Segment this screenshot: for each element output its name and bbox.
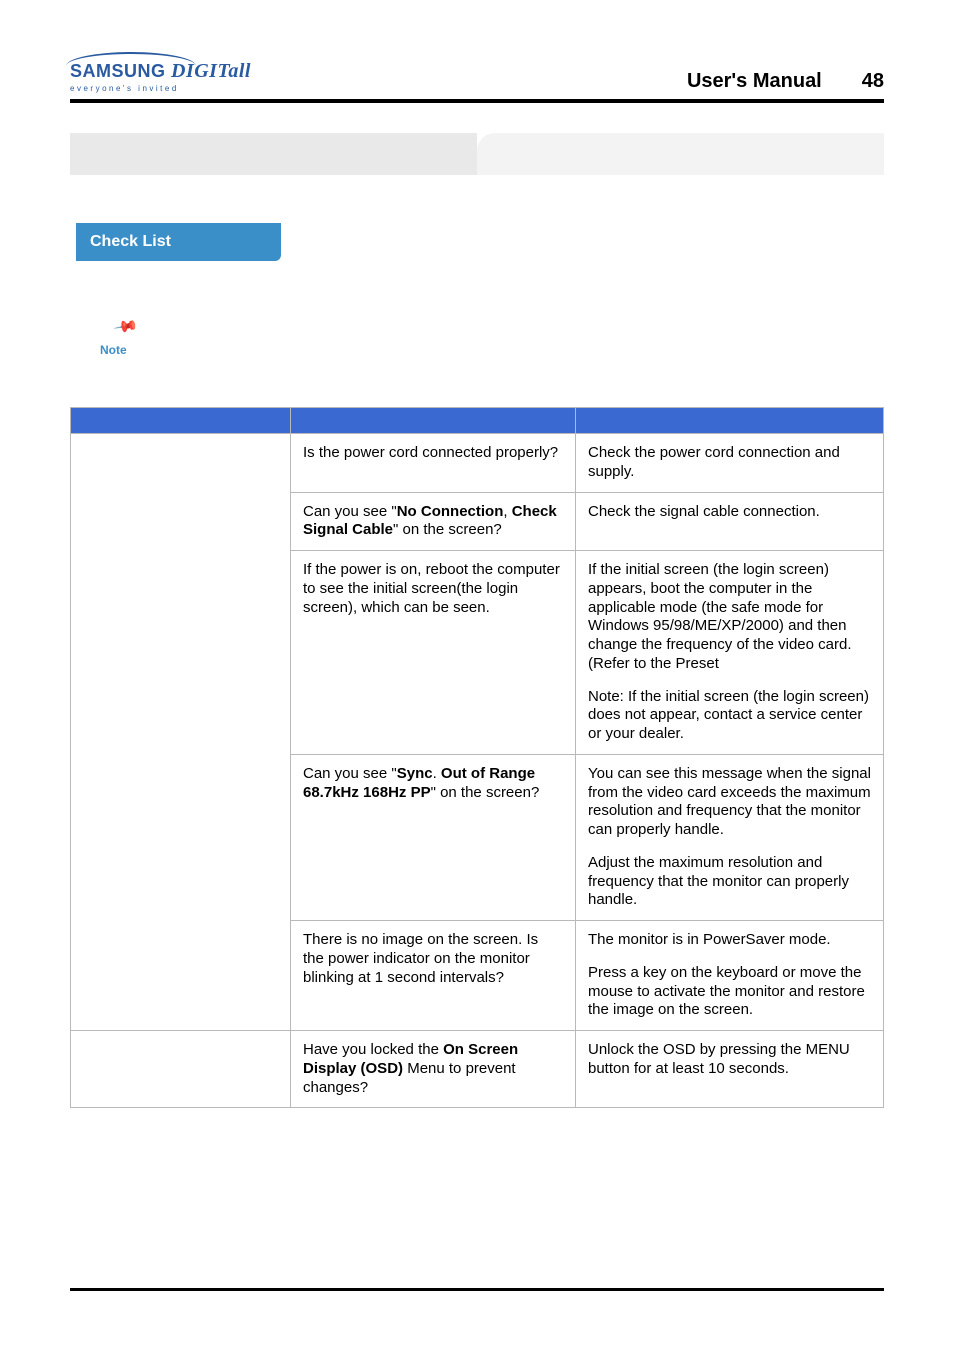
footer-divider	[70, 1288, 884, 1291]
symptom-cell	[71, 1031, 291, 1108]
table-header-solution	[576, 408, 884, 434]
note-block: 📌 Note	[100, 321, 884, 357]
table-row: Is the power cord connected properly? Ch…	[71, 434, 884, 493]
check-cell: Is the power cord connected properly?	[291, 434, 576, 493]
solution-cell: Check the signal cable connection.	[576, 492, 884, 551]
table-header-symptom	[71, 408, 291, 434]
note-label: Note	[100, 343, 127, 357]
logo-text-c: all	[228, 60, 251, 82]
table-header-check	[291, 408, 576, 434]
page-header: SAMSUNG DIGITall everyone's invited User…	[70, 60, 884, 93]
solution-cell: The monitor is in PowerSaver mode. Press…	[576, 921, 884, 1031]
check-cell: If the power is on, reboot the computer …	[291, 551, 576, 755]
pushpin-icon: 📌	[112, 313, 140, 341]
section-banner	[70, 133, 884, 175]
checklist-heading: Check List	[76, 223, 281, 261]
troubleshoot-table: Is the power cord connected properly? Ch…	[70, 407, 884, 1108]
solution-cell: If the initial screen (the login screen)…	[576, 551, 884, 755]
solution-cell: Check the power cord connection and supp…	[576, 434, 884, 493]
symptom-cell	[71, 434, 291, 1031]
solution-cell: You can see this message when the signal…	[576, 754, 884, 920]
check-cell: Have you locked the On Screen Display (O…	[291, 1031, 576, 1108]
logo-tagline: everyone's invited	[70, 84, 179, 93]
check-cell: Can you see "Sync. Out of Range 68.7kHz …	[291, 754, 576, 920]
manual-title: User's Manual	[687, 70, 822, 93]
table-row: Have you locked the On Screen Display (O…	[71, 1031, 884, 1108]
solution-cell: Unlock the OSD by pressing the MENU butt…	[576, 1031, 884, 1108]
page-number: 48	[862, 70, 884, 93]
logo: SAMSUNG DIGITall everyone's invited	[70, 60, 251, 93]
header-divider	[70, 99, 884, 103]
check-cell: Can you see "No Connection, Check Signal…	[291, 492, 576, 551]
check-cell: There is no image on the screen. Is the …	[291, 921, 576, 1031]
